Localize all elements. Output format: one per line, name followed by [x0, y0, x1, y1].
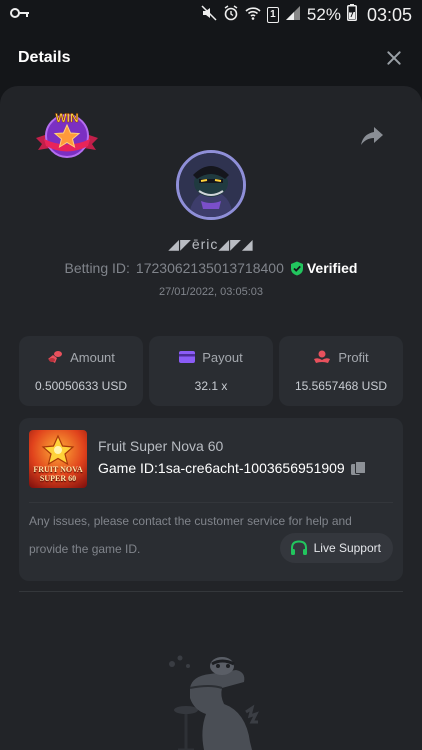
- page-title: Details: [18, 49, 71, 66]
- sim-icon: 1: [266, 7, 279, 23]
- bet-date: 27/01/2022, 03:05:03: [159, 286, 263, 298]
- game-thumbnail[interactable]: FRUIT NOVA SUPER 60: [29, 430, 87, 488]
- betting-id-value: 1723062135013718400: [135, 260, 284, 276]
- share-icon[interactable]: [360, 126, 384, 146]
- signal-icon: [285, 5, 301, 26]
- divider: [29, 502, 393, 503]
- game-id-text: Game ID:1sa-cre6acht-1003656951909: [98, 460, 345, 476]
- support-notice-line1: Any issues, please contact the customer …: [29, 514, 352, 528]
- stat-profit-label: Profit: [338, 349, 369, 365]
- clock: 03:05: [366, 4, 412, 25]
- stat-profit: Profit 15.5657468 USD: [279, 336, 403, 406]
- username: ◢◤ēric◢◤◢: [168, 236, 254, 252]
- stat-profit-value: 15.5657468 USD: [294, 378, 388, 393]
- battery-icon: [346, 4, 357, 26]
- betting-id-row: Betting ID: 1723062135013718400 Verified: [0, 260, 422, 276]
- game-card: FRUIT NOVA SUPER 60 Fruit Super Nova 60 …: [19, 418, 403, 581]
- stat-payout: Payout 32.1 x: [149, 336, 273, 406]
- game-id-row: Game ID:1sa-cre6acht-1003656951909: [98, 460, 366, 476]
- stat-amount-value: 0.50050633 USD: [34, 378, 128, 393]
- profit-icon: [314, 350, 331, 363]
- close-icon[interactable]: [384, 48, 404, 68]
- copy-icon[interactable]: [350, 461, 366, 475]
- verified-badge: Verified: [290, 260, 358, 276]
- stat-amount: Amount 0.50050633 USD: [19, 336, 143, 406]
- verified-shield-icon: [290, 261, 303, 275]
- star-icon: [41, 434, 75, 466]
- header: Details: [0, 30, 422, 86]
- verified-label: Verified: [306, 260, 358, 276]
- divider: [19, 591, 403, 592]
- avatar: [176, 150, 246, 220]
- key-icon: [10, 6, 30, 24]
- betting-id-label: Betting ID:: [64, 260, 130, 276]
- stat-amount-label: Amount: [70, 349, 115, 365]
- alarm-icon: [223, 4, 239, 26]
- stat-payout-label: Payout: [202, 349, 243, 365]
- card-icon: [179, 351, 196, 363]
- battery-percent: 52%: [306, 5, 341, 24]
- details-sheet: WIN ◢◤ēric◢◤◢ Betting ID: 17230621350137…: [0, 86, 422, 750]
- support-notice-line2: provide the game ID.: [29, 542, 141, 556]
- mute-icon: [201, 4, 217, 26]
- crocodile-mascot: [150, 652, 270, 750]
- game-thumbnail-text: FRUIT NOVA SUPER 60: [33, 465, 83, 483]
- win-badge: WIN: [32, 108, 102, 166]
- live-support-label: Live Support: [313, 541, 381, 555]
- headset-icon: [290, 540, 307, 555]
- coins-icon: [48, 351, 63, 363]
- wifi-icon: [245, 5, 261, 26]
- game-name: Fruit Super Nova 60: [98, 438, 224, 454]
- status-bar: 1 52% 03:05: [0, 0, 422, 30]
- stats-row: Amount 0.50050633 USD Payout 32.1 x Prof…: [19, 336, 403, 406]
- win-badge-text: WIN: [55, 111, 78, 125]
- live-support-button[interactable]: Live Support: [279, 533, 393, 563]
- stat-payout-value: 32.1 x: [194, 378, 228, 393]
